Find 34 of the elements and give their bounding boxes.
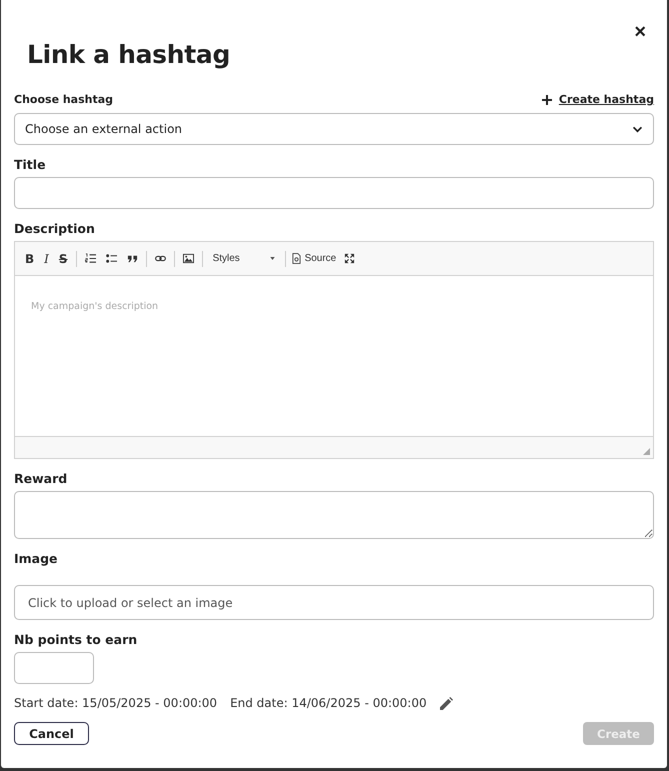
create-hashtag-link[interactable]: Create hashtag bbox=[542, 93, 654, 106]
source-button[interactable]: Source bbox=[292, 253, 336, 264]
image-icon[interactable] bbox=[182, 253, 194, 264]
end-date: End date: 14/06/2025 - 00:00:00 bbox=[230, 696, 427, 710]
hashtag-select[interactable]: Choose an external action bbox=[14, 113, 654, 145]
points-input[interactable] bbox=[14, 652, 94, 684]
field-label: Choose hashtag bbox=[14, 93, 114, 106]
plus-icon bbox=[542, 94, 552, 104]
field-label: Reward bbox=[14, 471, 68, 486]
field-label: Description bbox=[14, 221, 96, 236]
caret-icon bbox=[270, 257, 275, 260]
editor-placeholder: My campaign's description bbox=[31, 301, 158, 312]
image-upload-field[interactable]: Click to upload or select an image bbox=[14, 585, 654, 620]
document-icon bbox=[292, 253, 301, 264]
format-button[interactable]: I bbox=[42, 252, 51, 266]
field-label: Nb points to earn bbox=[14, 632, 138, 647]
field-label: Title bbox=[14, 157, 47, 172]
field-label: Image bbox=[14, 551, 59, 566]
bullet-list-icon[interactable] bbox=[106, 253, 117, 264]
numbered-list-icon[interactable] bbox=[84, 253, 96, 264]
maximize-icon[interactable] bbox=[344, 253, 356, 264]
dialog-title: Link a hashtag bbox=[27, 40, 230, 69]
resize-grip-icon[interactable] bbox=[643, 448, 650, 455]
cancel-button[interactable]: Cancel bbox=[14, 722, 89, 745]
format-button[interactable]: S bbox=[56, 252, 70, 266]
pencil-icon[interactable] bbox=[440, 696, 453, 710]
format-button[interactable]: B bbox=[23, 252, 36, 266]
title-input[interactable] bbox=[14, 177, 654, 209]
start-date: Start date: 15/05/2025 - 00:00:00 bbox=[14, 696, 218, 710]
link-icon[interactable] bbox=[154, 253, 166, 264]
close-button[interactable]: × bbox=[634, 22, 646, 42]
styles-dropdown[interactable]: Styles bbox=[208, 253, 279, 264]
quote-icon[interactable] bbox=[126, 253, 138, 264]
chevron-down-icon bbox=[632, 126, 643, 132]
